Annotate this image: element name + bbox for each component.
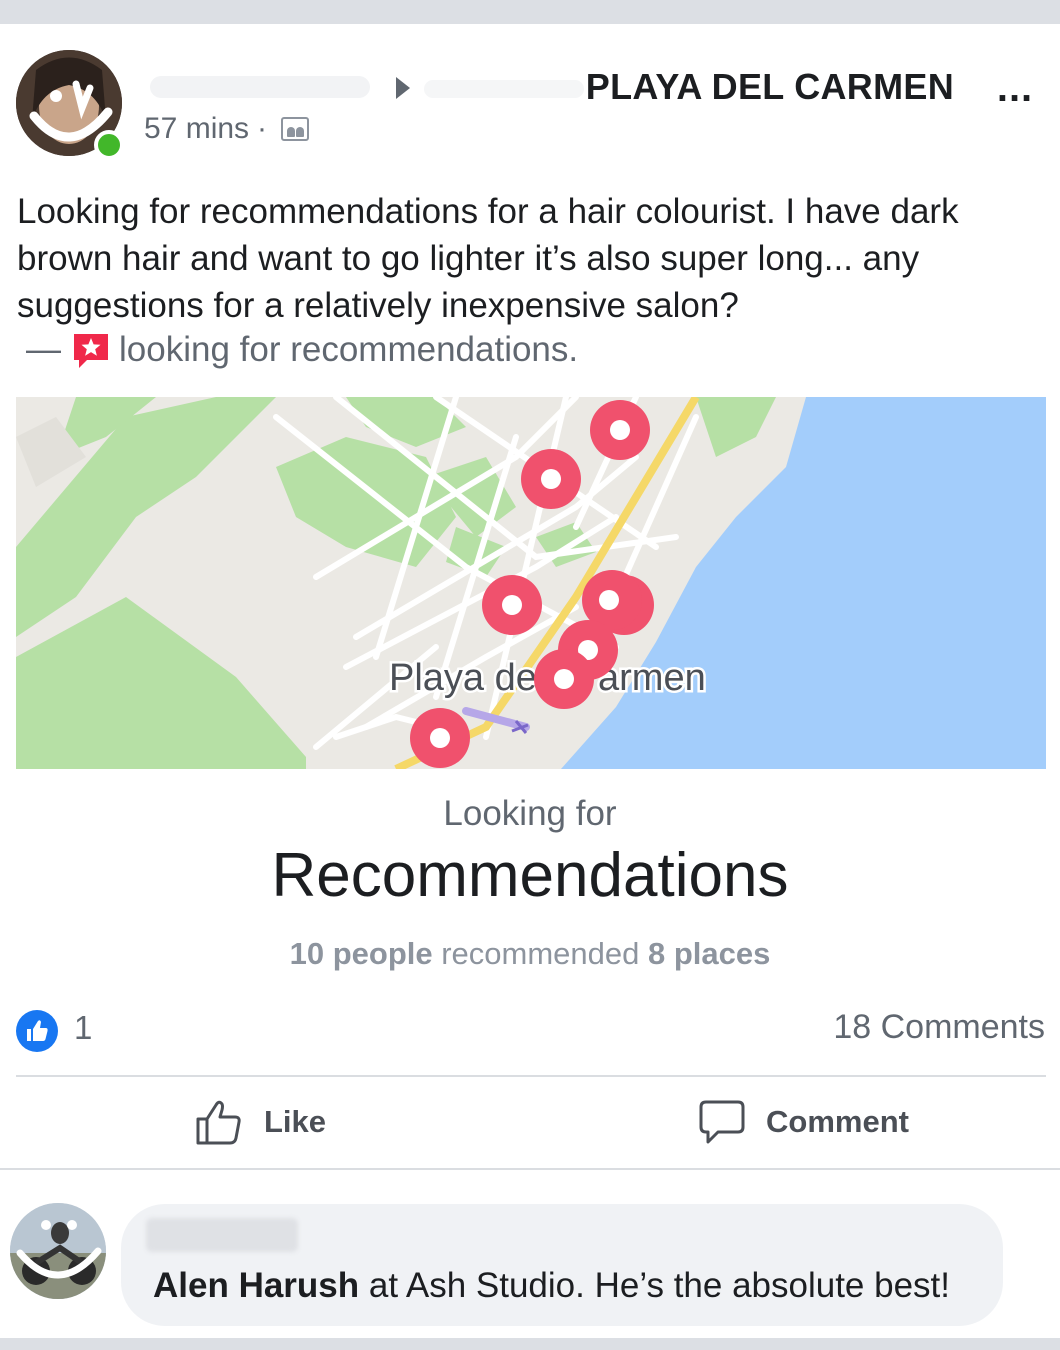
actions-divider — [0, 1168, 1060, 1170]
map-pin — [590, 400, 650, 460]
comments-count-link[interactable]: 18 Comments — [833, 1008, 1045, 1047]
recommendations-map[interactable]: Playa de armen — [16, 397, 1046, 769]
recommendations-title[interactable]: Recommendations — [0, 840, 1060, 911]
online-status-dot — [94, 130, 124, 160]
recommendations-summary[interactable]: 10 people recommended 8 places — [0, 936, 1060, 972]
like-count[interactable]: 1 — [74, 1009, 92, 1047]
author-name-redacted[interactable] — [150, 76, 370, 98]
post-time[interactable]: 57 mins — [144, 112, 249, 146]
commenter-avatar-image — [10, 1203, 106, 1299]
activity-text: looking for recommendations. — [119, 330, 579, 369]
like-button[interactable]: Like — [194, 1096, 326, 1148]
map-graphic: Playa de armen — [16, 397, 1046, 769]
more-options-button[interactable]: ... — [988, 68, 1042, 108]
map-pin — [521, 449, 581, 509]
group-name-link[interactable]: PLAYA DEL CARMEN — [586, 66, 954, 108]
comment-body: at Ash Studio. He’s the absolute best! — [359, 1266, 951, 1305]
stats-divider — [16, 1075, 1046, 1077]
post-meta: 57 mins · — [144, 112, 310, 146]
like-reaction-icon[interactable] — [16, 1010, 58, 1052]
commenter-avatar[interactable] — [10, 1203, 106, 1299]
commenter-name-redacted[interactable] — [146, 1218, 298, 1252]
map-city-label-left: Playa de — [389, 657, 537, 699]
summary-middle: recommended — [441, 936, 640, 971]
map-pin — [410, 708, 470, 768]
post-activity-line: — looking for recommendations. — [26, 330, 578, 370]
top-separator-band — [0, 0, 1060, 24]
like-button-label: Like — [264, 1104, 327, 1139]
comment-button-label: Comment — [766, 1104, 909, 1139]
meta-separator: · — [257, 112, 268, 145]
map-pin — [482, 575, 542, 635]
places-count: 8 places — [648, 936, 771, 971]
comment-mention[interactable]: Alen Harush — [153, 1266, 359, 1305]
group-audience-icon — [281, 117, 310, 141]
post-body-text: Looking for recommendations for a hair c… — [17, 192, 959, 325]
people-count: 10 people — [289, 936, 433, 971]
comment-button[interactable]: Comment — [698, 1096, 909, 1148]
group-prefix-redacted — [424, 80, 584, 98]
activity-dash: — — [26, 330, 61, 369]
comment-text: Alen Harush at Ash Studio. He’s the abso… — [153, 1266, 950, 1306]
recommendations-subtitle: Looking for — [443, 794, 617, 833]
thumbs-up-icon — [196, 1100, 241, 1145]
map-pin — [534, 649, 594, 709]
recommendation-star-icon — [71, 331, 111, 369]
comment-bubble-icon — [699, 1100, 745, 1144]
shared-to-arrow-icon — [396, 77, 410, 99]
bottom-separator-band — [0, 1338, 1060, 1350]
